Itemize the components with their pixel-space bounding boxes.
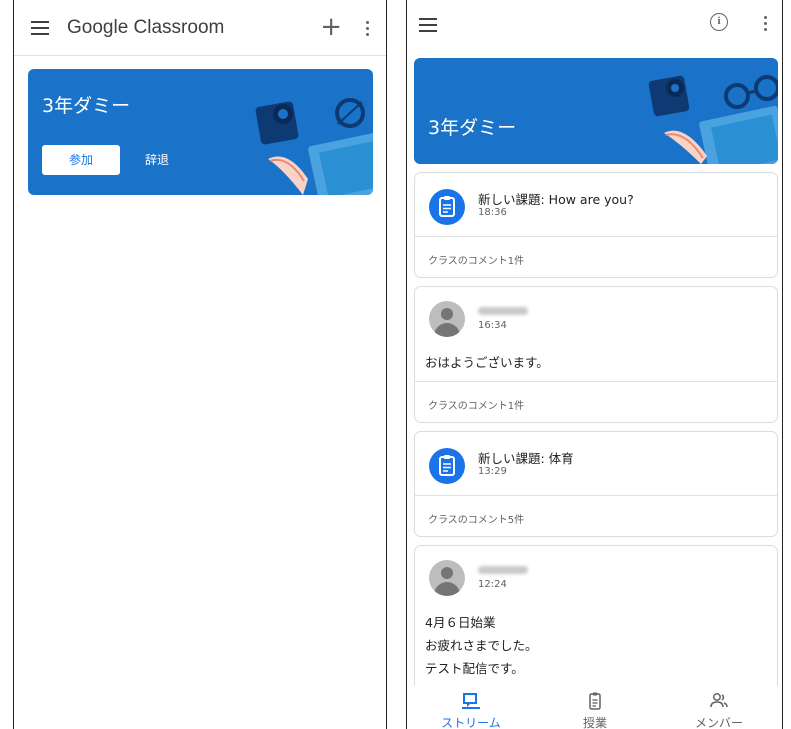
post-time: 13:29 [478,466,507,477]
classwork-icon [589,692,601,710]
more-vert-icon[interactable] [366,21,370,37]
bottom-navigation: ストリーム 授業 メンバー [407,686,782,729]
join-button[interactable]: 参加 [42,145,120,175]
post-title: 新しい課題: 体育 [478,451,574,466]
class-name: 3年ダミー [42,95,131,117]
app-title: Google Classroom [67,17,225,38]
nav-label: メンバー [694,716,743,729]
assignment-icon [429,448,465,484]
class-banner: 3年ダミー [414,58,778,164]
post-body-line: お疲れさまでした。 [425,638,538,653]
post-time: 18:36 [478,207,507,218]
assignment-icon [429,189,465,225]
stream-post[interactable]: 16:34 おはようございます。 クラスのコメント1件 [414,286,778,423]
class-theme-illustration [255,98,373,195]
class-name: 3年ダミー [428,117,517,139]
nav-stream[interactable]: ストリーム [421,686,521,729]
nav-members[interactable]: メンバー [669,686,769,729]
people-icon [710,693,728,708]
class-comments-link[interactable]: クラスのコメント5件 [428,511,524,526]
class-comments-link[interactable]: クラスのコメント1件 [428,252,524,267]
avatar [429,560,465,596]
divider [415,381,777,382]
nav-label: ストリーム [441,716,501,729]
divider [415,236,777,237]
stream-icon [462,693,480,709]
nav-label: 授業 [582,716,607,729]
post-body-line: 4月６日始業 [425,615,496,630]
hamburger-menu-icon[interactable] [419,18,437,32]
hamburger-menu-icon[interactable] [31,21,49,35]
stream-post[interactable]: 新しい課題: How are you? 18:36 クラスのコメント1件 [414,172,778,278]
post-time: 12:24 [478,579,507,590]
stream-post[interactable]: 12:24 4月６日始業 お疲れさまでした。 テスト配信です。 [414,545,778,705]
app-bar: Google Classroom + [14,0,386,56]
decline-button[interactable]: 辞退 [145,145,169,175]
post-title: 新しい課題: How are you? [478,192,634,207]
right-screen: i 3年ダミー 新しい課題: How are you? 18:36 クラスのコメ… [406,0,783,729]
author-name-redacted [478,566,528,574]
author-name-redacted [478,307,528,315]
post-body-line: テスト配信です。 [425,661,524,676]
post-body-line: おはようございます。 [425,355,549,370]
class-theme-illustration [648,75,778,164]
class-comments-link[interactable]: クラスのコメント1件 [428,397,524,412]
nav-classwork[interactable]: 授業 [545,686,645,729]
divider [415,495,777,496]
stream-post[interactable]: 新しい課題: 体育 13:29 クラスのコメント5件 [414,431,778,537]
post-time: 16:34 [478,320,507,331]
avatar [429,301,465,337]
class-invite-card[interactable]: 3年ダミー 参加 辞退 [28,69,373,195]
left-screen: Google Classroom + 3年ダミー 参加 辞退 [13,0,387,729]
app-bar: i [407,0,782,50]
info-icon[interactable]: i [710,13,728,31]
plus-icon[interactable]: + [320,14,342,40]
more-vert-icon[interactable] [764,16,768,32]
